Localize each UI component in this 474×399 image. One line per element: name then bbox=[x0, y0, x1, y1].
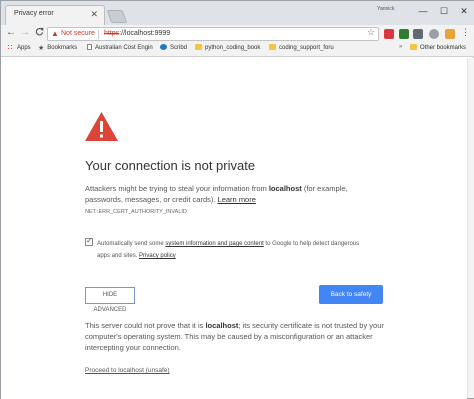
back-to-safety-button[interactable]: Back to safety bbox=[319, 285, 383, 304]
warning-description: Attackers might be trying to steal your … bbox=[85, 183, 385, 205]
address-bar[interactable]: ▲ Not secure https://localhost:9999 bbox=[47, 27, 379, 41]
bookmark-bookmarks[interactable]: ★ Bookmarks bbox=[38, 44, 77, 52]
bookmark-label: coding_support_foru bbox=[279, 45, 334, 51]
extension-icon-1[interactable] bbox=[384, 29, 394, 39]
bookmark-label: Apps bbox=[17, 45, 31, 51]
hide-advanced-button[interactable]: HIDE ADVANCED bbox=[85, 287, 135, 313]
extension-icon-4[interactable] bbox=[429, 29, 439, 39]
folder-icon bbox=[410, 44, 417, 50]
url-host: ://localhost:9999 bbox=[119, 30, 171, 37]
advanced-text: This server could not prove that it is bbox=[85, 321, 206, 330]
extension-icon-3[interactable] bbox=[413, 29, 423, 39]
document-icon bbox=[87, 44, 92, 50]
bookmarks-overflow-icon[interactable]: » bbox=[399, 44, 402, 50]
title-bar: Privacy error ✕ Yannick — ☐ ✕ bbox=[1, 1, 474, 25]
star-icon: ★ bbox=[38, 45, 45, 52]
bookmark-label: Bookmarks bbox=[47, 45, 78, 51]
bookmark-coding-support[interactable]: coding_support_foru bbox=[269, 44, 334, 51]
send-info-label: Automatically send some system informati… bbox=[97, 238, 373, 262]
address-divider bbox=[98, 30, 99, 39]
desc-host: localhost bbox=[268, 184, 302, 193]
advanced-host: localhost bbox=[205, 321, 239, 330]
new-tab-button[interactable] bbox=[106, 10, 128, 23]
apps-icon bbox=[7, 44, 14, 50]
privacy-policy-link[interactable]: Privacy policy bbox=[139, 253, 176, 259]
browser-menu-icon[interactable]: ⋮ bbox=[461, 27, 470, 38]
warning-icon[interactable]: ▲ bbox=[51, 29, 59, 38]
forward-button[interactable]: → bbox=[19, 27, 31, 38]
bookmarks-bar: Apps ★ Bookmarks Australian Cost Engin Sc… bbox=[1, 43, 474, 57]
system-info-link[interactable]: system information and page content bbox=[165, 241, 263, 247]
optin-text: Automatically send some bbox=[97, 241, 166, 247]
bookmark-label: Scribd bbox=[170, 45, 188, 51]
minimize-button[interactable]: — bbox=[414, 4, 432, 18]
url-scheme: https bbox=[104, 30, 120, 37]
profile-name[interactable]: Yannick bbox=[377, 6, 394, 12]
danger-warning-icon bbox=[85, 112, 118, 141]
bookmark-apps[interactable]: Apps bbox=[7, 44, 31, 51]
scrollbar[interactable] bbox=[467, 58, 474, 398]
tab-privacy-error[interactable]: Privacy error ✕ bbox=[5, 5, 105, 25]
bookmark-scribd[interactable]: Scribd bbox=[160, 44, 187, 51]
proceed-unsafe-link[interactable]: Proceed to localhost (unsafe) bbox=[85, 367, 170, 374]
url-text[interactable]: https://localhost:9999 bbox=[104, 30, 170, 37]
send-info-checkbox[interactable] bbox=[85, 236, 93, 246]
reload-icon bbox=[35, 27, 43, 36]
error-code: NET::ERR_CERT_AUTHORITY_INVALID bbox=[85, 209, 187, 215]
bookmark-python-coding[interactable]: python_coding_book bbox=[195, 44, 260, 51]
bookmark-label: python_coding_book bbox=[205, 45, 261, 51]
tab-close-icon[interactable]: ✕ bbox=[90, 9, 98, 20]
desc-text: Attackers might be trying to steal your … bbox=[85, 184, 269, 193]
bookmark-star-icon[interactable]: ☆ bbox=[367, 27, 375, 38]
folder-icon bbox=[269, 44, 276, 50]
bookmark-label: Australian Cost Engin bbox=[95, 45, 153, 51]
advanced-details: This server could not prove that it is l… bbox=[85, 320, 385, 353]
back-button[interactable]: ← bbox=[5, 27, 17, 38]
extension-icon-5[interactable] bbox=[445, 29, 455, 39]
scribd-icon bbox=[160, 44, 167, 50]
page-title: Your connection is not private bbox=[85, 158, 256, 173]
folder-icon bbox=[195, 44, 202, 50]
tab-title: Privacy error bbox=[14, 10, 54, 17]
bookmark-australian-cost[interactable]: Australian Cost Engin bbox=[87, 44, 153, 51]
learn-more-link[interactable]: Learn more bbox=[218, 195, 256, 204]
maximize-button[interactable]: ☐ bbox=[435, 4, 453, 18]
bookmark-other[interactable]: Other bookmarks bbox=[410, 44, 466, 51]
browser-window: Privacy error ✕ Yannick — ☐ ✕ ← → ▲ Not … bbox=[0, 0, 474, 399]
not-secure-label[interactable]: Not secure bbox=[61, 30, 95, 37]
extension-icon-2[interactable] bbox=[399, 29, 409, 39]
close-window-button[interactable]: ✕ bbox=[455, 4, 473, 18]
bookmark-label: Other bookmarks bbox=[420, 45, 467, 51]
reload-button[interactable] bbox=[33, 27, 45, 39]
